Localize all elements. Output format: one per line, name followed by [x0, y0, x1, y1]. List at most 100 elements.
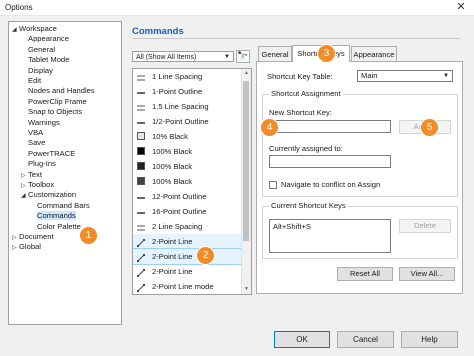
tree-item-label: Save: [28, 138, 46, 148]
tree-item[interactable]: Edit: [21, 76, 41, 86]
tree-item[interactable]: Appearance: [21, 34, 69, 44]
options-tree[interactable]: ◢ Workspace Appearance General Tablet Mode Di…: [8, 21, 122, 325]
line-spacing-icon: [137, 72, 145, 81]
tree-item-label: Edit: [28, 76, 42, 85]
tree-item[interactable]: Tablet Mode: [21, 55, 69, 65]
help-button[interactable]: Help: [401, 331, 458, 348]
command-list-item[interactable]: 2-Point Line mode: [133, 279, 241, 294]
tree-item-label: Document: [19, 232, 54, 241]
outline-icon: [137, 117, 145, 125]
page-title: Commands: [132, 26, 184, 37]
command-label: 2-Point Line: [152, 237, 193, 246]
tree-item[interactable]: ▷ Document: [12, 232, 54, 242]
tab-appearance[interactable]: Appearance: [351, 46, 397, 61]
tree-item-label: VBA: [28, 128, 44, 137]
current-shortcuts-list[interactable]: Alt+Shift+S: [269, 219, 391, 253]
command-list-item[interactable]: 10% Black: [133, 129, 241, 144]
command-list-item[interactable]: 2-Point Line: [133, 234, 241, 249]
collapsed-arrow-icon[interactable]: ▷: [12, 243, 19, 253]
command-list-item[interactable]: 2-Point Line: [133, 248, 242, 265]
tree-item[interactable]: Commands: [30, 211, 76, 221]
command-list-item[interactable]: 100% Black: [133, 144, 241, 159]
tree-item[interactable]: ◢ Customization: [21, 190, 76, 200]
tree-item[interactable]: Nodes and Handles: [21, 86, 95, 96]
command-label: 2 Line Spacing: [152, 222, 203, 231]
fill-swatch-icon: [137, 177, 145, 185]
command-list-item[interactable]: 2-Point Line: [133, 264, 241, 279]
binoculars-icon[interactable]: 🔭: [236, 50, 250, 63]
tree-item-label: Command Bars: [37, 200, 90, 210]
view-all-button[interactable]: View All...: [399, 267, 455, 281]
expanded-arrow-icon[interactable]: ◢: [21, 191, 28, 201]
command-list-item[interactable]: 1.5 Line Spacing: [133, 99, 241, 114]
window-title: Options: [5, 3, 33, 12]
tree-item[interactable]: Command Bars: [30, 201, 90, 211]
command-label: 1-Point Outline: [152, 87, 203, 96]
tree-item-label: Color Palette: [37, 221, 81, 231]
command-label: 16-Point Outline: [152, 207, 207, 216]
tree-item[interactable]: ▷ Global: [12, 242, 41, 252]
expanded-arrow-icon[interactable]: ◢: [12, 25, 19, 35]
delete-button[interactable]: Delete: [399, 219, 451, 233]
shortcut-assignment-title: Shortcut Assignment: [269, 89, 343, 98]
fill-swatch-icon: [137, 132, 145, 140]
tab-general[interactable]: General: [258, 46, 292, 61]
navigate-conflict-label: Navigate to conflict on Assign: [281, 180, 381, 189]
tree-item[interactable]: ▷ Text: [21, 170, 42, 180]
shortcut-table-dropdown[interactable]: Main ▼: [357, 70, 453, 82]
title-bar: Options ✕: [0, 0, 474, 16]
command-list-item[interactable]: 100% Black: [133, 159, 241, 174]
tree-item[interactable]: ▷ Toolbox: [21, 180, 54, 190]
command-list-item[interactable]: 12-Point Outline: [133, 189, 241, 204]
scroll-up-icon[interactable]: ▲: [242, 69, 251, 78]
scroll-down-icon[interactable]: ▼: [242, 285, 251, 294]
current-shortcuts-group: Current Shortcut Keys Alt+Shift+S Delete: [262, 201, 458, 259]
command-list-scrollbar[interactable]: ▲ ▼: [241, 69, 251, 294]
tree-item[interactable]: Snap to Objects: [21, 107, 82, 117]
tree-item[interactable]: PowerClip Frame: [21, 97, 87, 107]
current-shortcut-item[interactable]: Alt+Shift+S: [273, 222, 311, 231]
command-label: 10% Black: [152, 132, 188, 141]
command-label: 1 Line Spacing: [152, 72, 203, 81]
chevron-down-icon: ▼: [224, 54, 230, 60]
tree-item[interactable]: ◢ Workspace: [12, 24, 57, 34]
tree-item[interactable]: PowerTRACE: [21, 149, 75, 159]
tree-item[interactable]: Display: [21, 66, 53, 76]
command-list-item[interactable]: 16-Point Outline: [133, 204, 241, 219]
tree-item-label: Workspace: [19, 24, 57, 33]
outline-icon: [137, 192, 145, 200]
command-list[interactable]: 1 Line Spacing 1-Point Outline 1.5 Line Sp…: [132, 68, 252, 295]
chevron-down-icon: ▼: [443, 73, 449, 79]
tree-item[interactable]: Save: [21, 138, 45, 148]
command-filter-dropdown[interactable]: All (Show All Items) ▼: [132, 51, 234, 62]
tree-item[interactable]: General: [21, 45, 55, 55]
tree-item-label: Warnings: [28, 117, 60, 127]
callout-badge-3: 3: [317, 44, 336, 63]
tree-item-label: General: [28, 44, 56, 54]
command-list-item[interactable]: 2 Line Spacing: [133, 219, 241, 234]
cancel-button[interactable]: Cancel: [337, 331, 394, 348]
tree-item-label: Tablet Mode: [28, 55, 70, 65]
tree-item[interactable]: Color Palette: [30, 222, 81, 232]
command-list-item[interactable]: 100% Black: [133, 174, 241, 189]
navigate-conflict-checkbox[interactable]: [269, 181, 277, 189]
command-list-item[interactable]: 1-Point Outline: [133, 84, 241, 99]
tree-item[interactable]: Warnings: [21, 118, 60, 128]
reset-all-button[interactable]: Reset All: [337, 267, 393, 281]
command-list-item[interactable]: 1/2-Point Outline: [133, 114, 241, 129]
callout-badge-1: 1: [79, 226, 98, 245]
fill-swatch-icon: [137, 147, 145, 155]
new-shortcut-input[interactable]: [269, 120, 391, 133]
close-icon[interactable]: ✕: [448, 0, 474, 15]
tree-item-label: Appearance: [28, 34, 69, 44]
command-filter-value: All (Show All Items): [136, 54, 197, 61]
new-shortcut-label: New Shortcut Key:: [269, 108, 332, 117]
tree-item[interactable]: VBA: [21, 128, 43, 138]
command-list-item[interactable]: 1 Line Spacing: [133, 69, 241, 84]
ok-button[interactable]: OK: [274, 331, 330, 348]
scroll-thumb[interactable]: [243, 81, 249, 241]
tree-item[interactable]: Plug-Ins: [21, 159, 56, 169]
line-spacing-icon: [137, 222, 145, 231]
command-label: 100% Black: [152, 147, 193, 156]
tree-item-label: Text: [28, 169, 42, 179]
